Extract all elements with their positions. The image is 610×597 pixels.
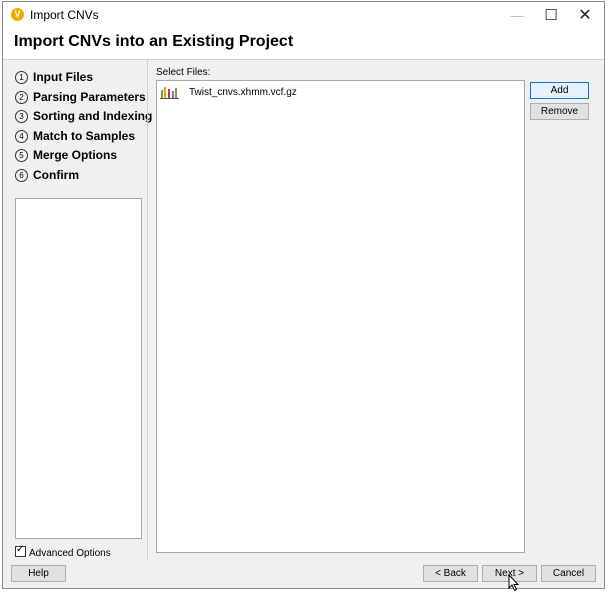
header-band: Import CNVs into an Existing Project — [3, 29, 604, 60]
step-number: 3 — [15, 110, 28, 124]
step-label: Confirm — [33, 167, 79, 182]
step-number: 2 — [15, 90, 28, 104]
step-number: 4 — [15, 129, 28, 143]
file-list[interactable]: Twist_cnvs.xhmm.vcf.gz — [156, 80, 525, 553]
step-input-files: 1 Input Files — [15, 70, 152, 90]
advanced-options-checkbox[interactable]: ✓ — [15, 544, 26, 557]
remove-button[interactable]: Remove — [530, 103, 589, 120]
file-name: Twist_cnvs.xhmm.vcf.gz — [189, 87, 297, 99]
vcf-file-icon — [160, 86, 179, 99]
checkmark-icon: ✓ — [16, 544, 25, 555]
close-button[interactable]: ✕ — [568, 2, 602, 29]
step-label: Input Files — [33, 70, 93, 84]
app-logo-icon: V — [11, 8, 24, 21]
back-button[interactable]: < Back — [423, 565, 478, 582]
step-label: Parsing Parameters — [33, 89, 146, 104]
step-label: Match to Samples — [33, 128, 136, 143]
import-cnvs-dialog: V Import CNVs — ☐ ✕ Import CNVs into an … — [2, 1, 605, 592]
add-button[interactable]: Add — [530, 82, 589, 99]
step-label: Sorting and Indexing — [33, 109, 153, 124]
step-sorting-and-indexing: 3 Sorting and Indexing — [15, 109, 152, 129]
step-confirm: 6 Confirm — [15, 168, 152, 188]
advanced-options[interactable]: ✓ Advanced Options — [15, 544, 111, 559]
step-merge-options: 5 Merge Options — [15, 148, 152, 168]
panel-divider — [147, 60, 148, 559]
cancel-button[interactable]: Cancel — [541, 565, 596, 582]
select-files-label: Select Files: — [156, 67, 211, 78]
step-number: 6 — [15, 168, 28, 182]
step-description-panel — [15, 198, 142, 539]
step-number: 1 — [15, 71, 28, 84]
maximize-button[interactable]: ☐ — [534, 2, 568, 29]
mouse-pointer-icon — [508, 574, 520, 592]
window-title: Import CNVs — [30, 8, 99, 22]
advanced-options-label: Advanced Options — [29, 548, 111, 559]
step-number: 5 — [15, 149, 28, 163]
list-item[interactable]: Twist_cnvs.xhmm.vcf.gz — [160, 84, 297, 100]
step-match-to-samples: 4 Match to Samples — [15, 129, 152, 149]
step-label: Merge Options — [33, 148, 118, 163]
wizard-steps: 1 Input Files 2 Parsing Parameters 3 Sortin… — [15, 70, 152, 188]
title-bar[interactable]: V Import CNVs — ☐ ✕ — [3, 2, 604, 29]
step-parsing-parameters: 2 Parsing Parameters — [15, 90, 152, 110]
minimize-button[interactable]: — — [500, 2, 534, 29]
help-button[interactable]: Help — [11, 565, 66, 582]
page-title: Import CNVs into an Existing Project — [14, 33, 294, 50]
